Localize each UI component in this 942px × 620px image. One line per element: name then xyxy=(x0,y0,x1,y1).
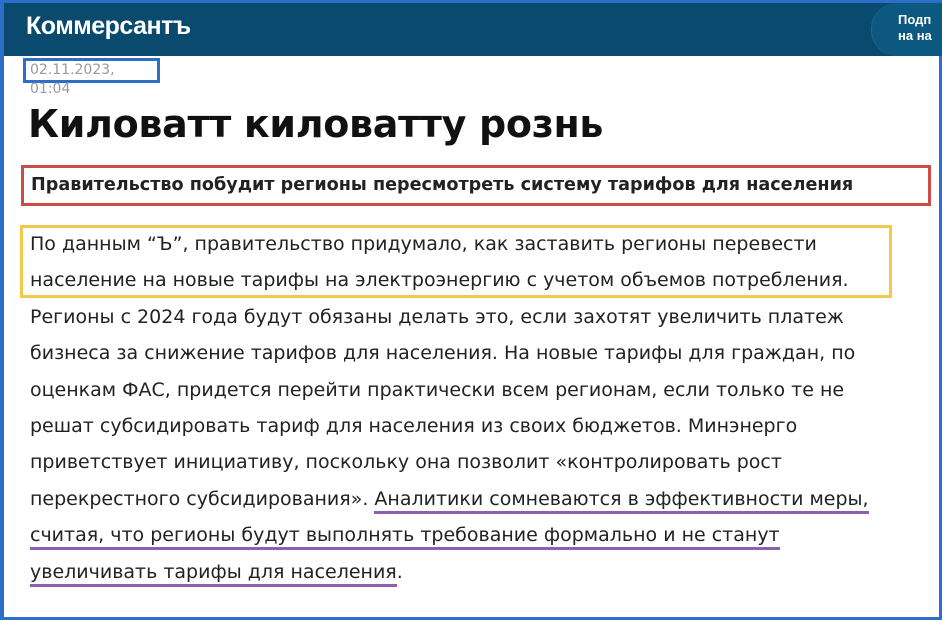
body-line: Регионы с 2024 года будут обязаны делать… xyxy=(30,305,844,328)
body-line: считая, что регионы будут выполнять треб… xyxy=(30,517,920,553)
site-logo[interactable]: Коммерсантъ xyxy=(26,12,191,41)
subscribe-label: Подп на на xyxy=(898,12,932,43)
article-body: По данным “Ъ”, правительство придумало, … xyxy=(30,226,920,590)
body-line-tail: . xyxy=(396,560,403,583)
body-line: население на новые тарифы на электроэнер… xyxy=(30,269,849,292)
body-line: приветствует инициативу, поскольку она п… xyxy=(30,451,782,474)
body-line: оценкам ФАС, придется перейти практическ… xyxy=(30,378,845,401)
article-date: 02.11.2023, 01:04 xyxy=(23,58,160,97)
article-subtitle: Правительство побудит регионы пересмотре… xyxy=(21,165,931,206)
highlighted-text: Аналитики сомневаются в эффективности ме… xyxy=(374,487,869,514)
highlighted-text: считая, что регионы будут выполнять треб… xyxy=(30,524,780,551)
body-line: перекрестного субсидирования». Аналитики… xyxy=(30,481,920,517)
body-line-plain: перекрестного субсидирования». xyxy=(30,487,375,510)
body-line: решат субсидировать тариф для населения … xyxy=(30,414,798,437)
body-line: увеличивать тарифы для населения. xyxy=(30,554,920,590)
subscribe-button[interactable]: Подп на на xyxy=(871,3,942,56)
body-line: бизнеса за снижение тарифов для населени… xyxy=(30,342,856,365)
body-line: По данным “Ъ”, правительство придумало, … xyxy=(30,233,817,255)
article-title: Киловатт киловатту рознь xyxy=(28,102,604,146)
site-header: Коммерсантъ Подп на на xyxy=(4,3,942,56)
highlighted-text: увеличивать тарифы для населения xyxy=(30,560,397,587)
